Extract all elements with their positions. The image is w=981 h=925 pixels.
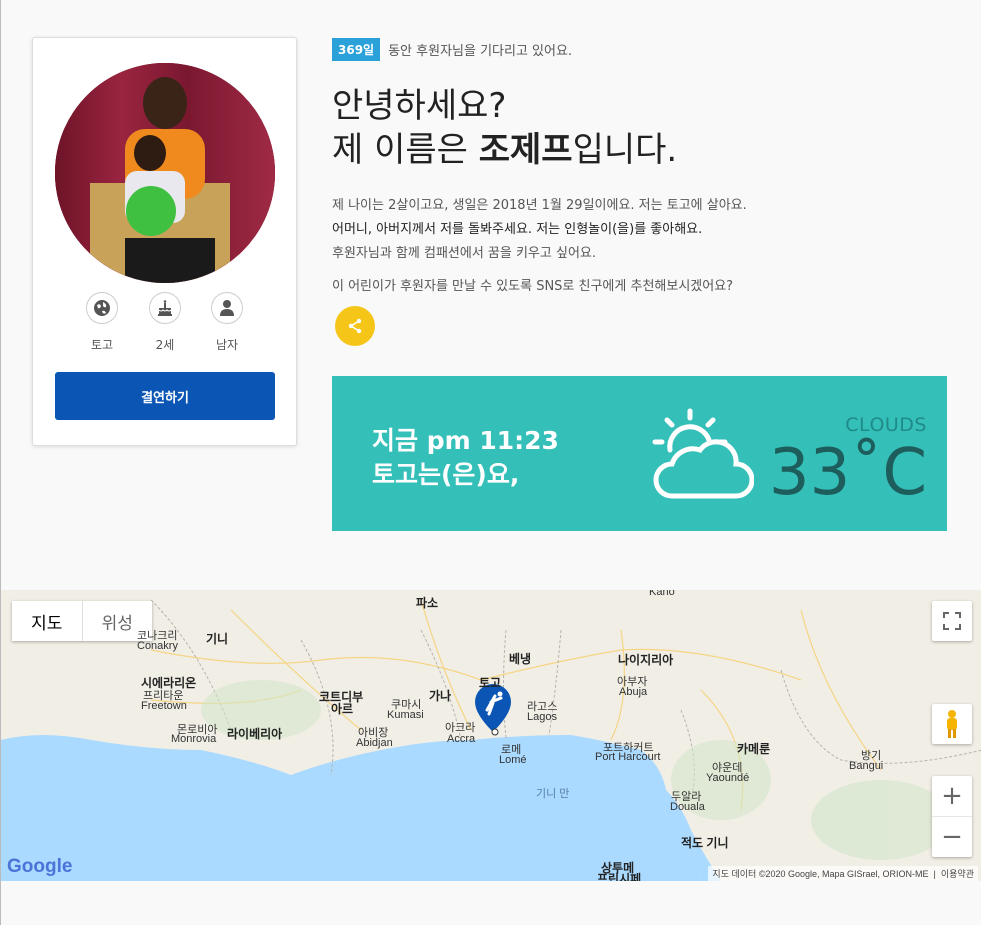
fullscreen-button[interactable] xyxy=(932,601,972,641)
weather-text: 지금 pm 11:23 토고는(은)요, xyxy=(372,424,559,492)
greeting-suffix: 입니다. xyxy=(572,130,678,170)
map-label: 나이지리아 xyxy=(618,653,674,667)
map-label: 베냉 xyxy=(509,652,532,666)
map-label: Lomé xyxy=(499,754,527,766)
map-label: 가나 xyxy=(429,689,452,703)
google-logo: Google xyxy=(7,856,72,878)
child-description: 제 나이는 2살이고요, 생일은 2018년 1월 29일이에요. 저는 토고에… xyxy=(332,194,932,266)
age-label: 2세 xyxy=(155,338,175,352)
fullscreen-icon xyxy=(943,612,961,630)
map-label: 카메룬 xyxy=(737,742,771,756)
gender-label: 남자 xyxy=(215,338,239,352)
sponsor-button[interactable]: 결연하기 xyxy=(55,372,275,420)
map-label: 기니 xyxy=(206,632,229,646)
map-label: 프린시페 xyxy=(597,872,642,881)
map-type-control: 지도 위성 xyxy=(12,601,152,641)
map-label: Abidjan xyxy=(356,737,393,749)
map-label: Yaoundé xyxy=(706,772,750,784)
greeting-line2: 제 이름은 조제프입니다. xyxy=(332,128,677,172)
map-label: Monrovia xyxy=(171,733,217,745)
desc-line: 어머니, 아버지께서 저를 돌봐주세요. 저는 인형놀이(을)를 좋아해요. xyxy=(332,222,703,237)
country-label: 토고 xyxy=(90,338,114,352)
age-info: 2세 xyxy=(135,292,195,353)
weather-place: 토고는(은)요, xyxy=(372,460,520,489)
child-photo xyxy=(55,63,275,283)
weather-condition: CLOUDS xyxy=(845,414,927,436)
map-copyright-text: 지도 데이터 ©2020 Google, Mapa GISrael, ORION… xyxy=(712,869,929,879)
map-label: Kumasi xyxy=(387,709,424,721)
waiting-status: 369일 동안 후원자님을 기다리고 있어요. xyxy=(332,38,572,61)
greeting-line1: 안녕하세요? xyxy=(332,86,507,126)
map-label: Accra xyxy=(447,733,476,745)
street-view-button[interactable] xyxy=(932,704,972,744)
location-map[interactable]: 지도 위성 + − 코나크리 Conakry 기니 시에라리온 프리타운 Fre… xyxy=(1,590,981,881)
pegman-icon xyxy=(947,710,957,738)
partly-cloudy-icon xyxy=(650,404,755,508)
desc-line: 후원자님과 함께 컴패션에서 꿈을 키우고 싶어요. xyxy=(332,246,596,261)
weather-panel: 지금 pm 11:23 토고는(은)요, CLOUDS 33˚C xyxy=(332,376,947,531)
map-label: 토고 xyxy=(479,676,502,690)
person-icon xyxy=(211,292,243,324)
map-label: Port Harcourt xyxy=(595,751,661,763)
globe-icon xyxy=(86,292,118,324)
weather-temperature: 33˚C xyxy=(768,436,927,510)
gender-info: 남자 xyxy=(197,292,257,353)
greeting-heading: 안녕하세요? 제 이름은 조제프입니다. xyxy=(332,84,677,172)
map-label: Conakry xyxy=(137,640,178,652)
country-info: 토고 xyxy=(72,292,132,353)
map-copyright: 지도 데이터 ©2020 Google, Mapa GISrael, ORION… xyxy=(708,866,978,881)
map-label: Abuja xyxy=(619,686,648,698)
birthday-cake-icon xyxy=(149,292,181,324)
map-label: 라이베리아 xyxy=(227,727,283,741)
zoom-control: + − xyxy=(932,776,972,857)
share-icon xyxy=(348,318,362,334)
waiting-text: 동안 후원자님을 기다리고 있어요. xyxy=(388,44,573,59)
weather-time: 지금 pm 11:23 xyxy=(372,426,559,455)
google-logo-text: Google xyxy=(7,856,73,877)
map-label: Douala xyxy=(670,801,705,813)
map-label: Lagos xyxy=(527,711,557,723)
zoom-in-button[interactable]: + xyxy=(932,777,972,817)
share-button[interactable] xyxy=(335,306,375,346)
greeting-prefix: 제 이름은 xyxy=(332,130,479,170)
share-recommend-text: 이 어린이가 후원자를 만날 수 있도록 SNS로 친구에게 추천해보시겠어요? xyxy=(332,279,734,294)
map-label: Freetown xyxy=(141,700,187,712)
map-label: 아르 xyxy=(331,702,354,716)
location-marker[interactable] xyxy=(473,684,513,740)
zoom-out-button[interactable]: − xyxy=(932,817,972,857)
map-type-map[interactable]: 지도 xyxy=(12,601,83,641)
map-label: 파소 xyxy=(416,596,439,610)
map-label: 기니 만 xyxy=(536,788,570,800)
map-label: Kano xyxy=(649,590,675,598)
child-profile-card: 토고 2세 남자 결연하기 xyxy=(32,37,297,446)
map-label: 적도 기니 xyxy=(681,836,729,850)
map-label: Bangui xyxy=(849,760,884,772)
map-terms-link[interactable]: 이용약관 xyxy=(941,869,974,879)
desc-line: 제 나이는 2살이고요, 생일은 2018년 1월 29일이에요. 저는 토고에… xyxy=(332,198,747,213)
waiting-days-badge: 369일 xyxy=(332,38,381,61)
child-name: 조제프 xyxy=(478,130,573,170)
